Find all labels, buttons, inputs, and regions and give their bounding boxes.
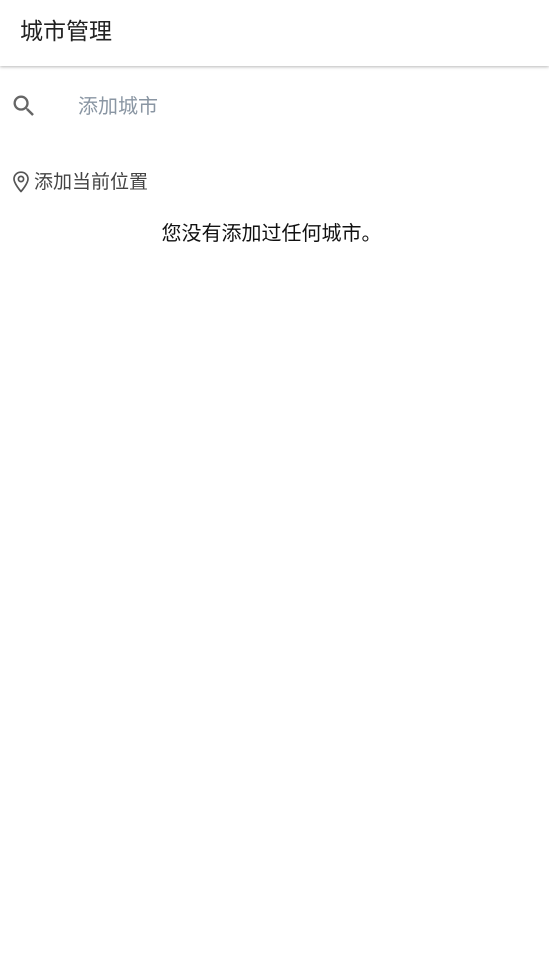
app-bar: 城市管理: [0, 0, 549, 66]
search-icon[interactable]: [10, 92, 38, 120]
location-pin-icon: [10, 170, 32, 194]
search-bar: [0, 80, 549, 132]
add-current-location-button[interactable]: 添加当前位置: [10, 168, 148, 196]
search-input[interactable]: [78, 88, 518, 124]
add-current-location-label: 添加当前位置: [34, 171, 149, 193]
empty-state-message: 您没有添加过任何城市。: [161, 221, 382, 245]
page-title: 城市管理: [20, 19, 112, 45]
